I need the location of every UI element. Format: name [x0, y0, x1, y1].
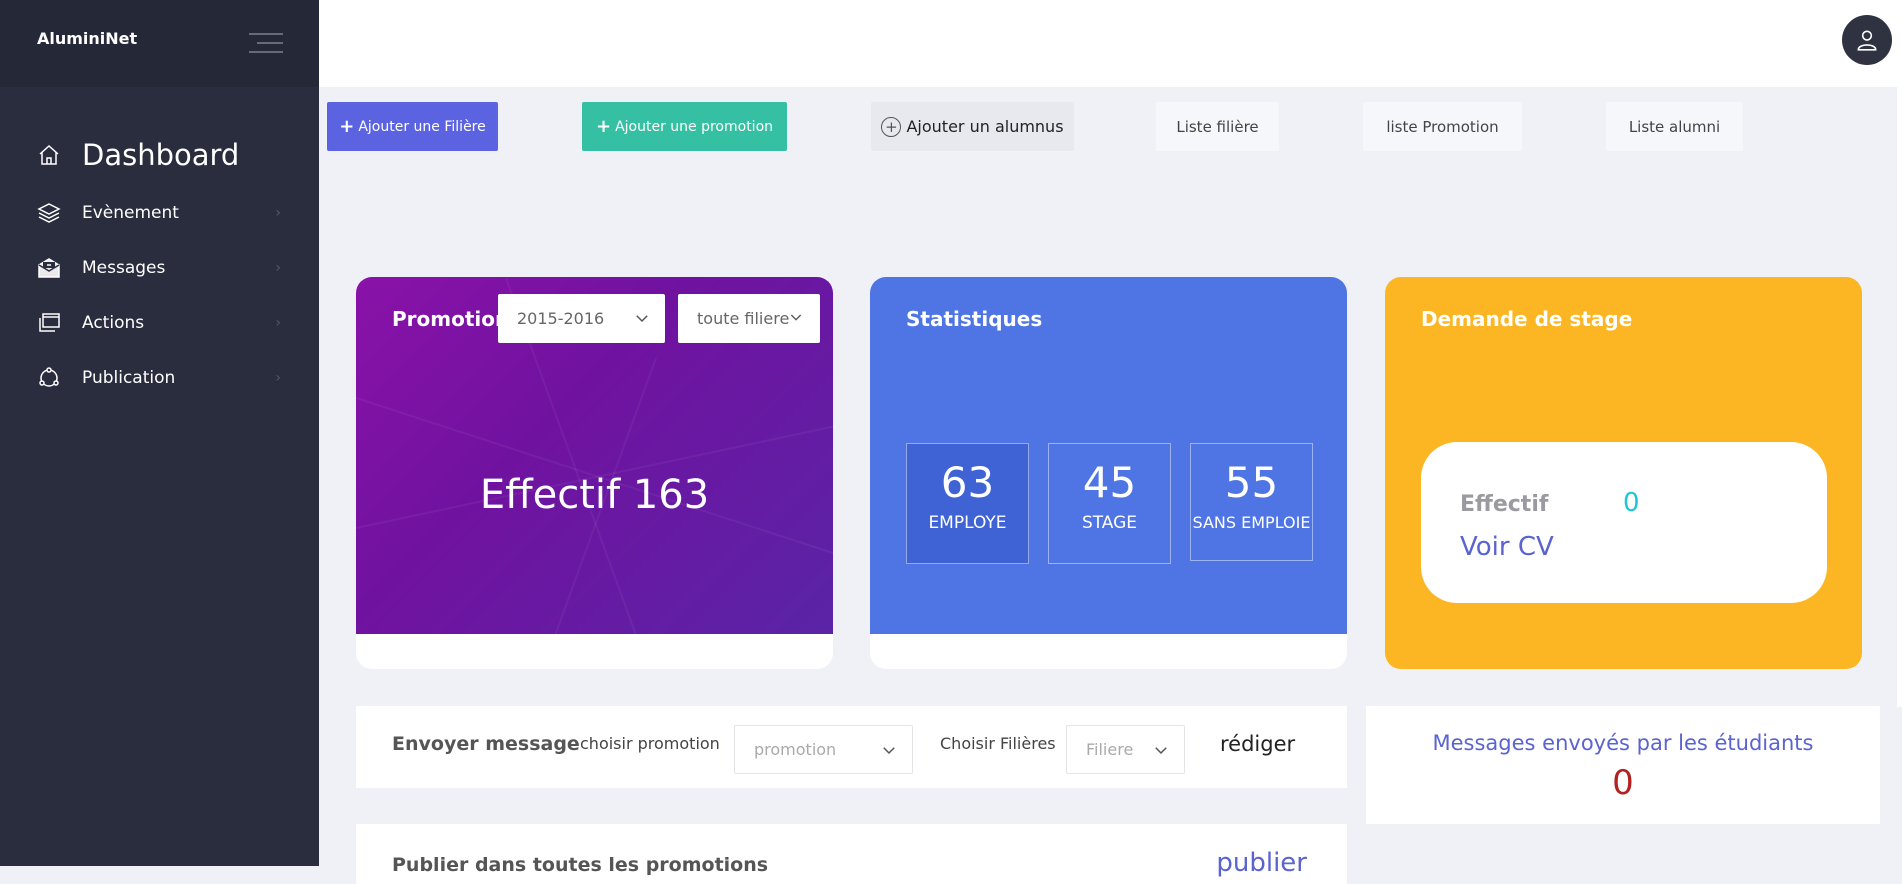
stat-label: SANS EMPLOIE — [1192, 513, 1311, 532]
stat-employe: 63 EMPLOYE — [906, 443, 1029, 564]
chevron-right-icon: › — [275, 315, 281, 331]
internship-inner-panel: Effectif 0 Voir CV — [1421, 442, 1827, 603]
promotion-card: Promotion 2015-2016 toute filiere Effect… — [356, 277, 833, 669]
sidebar-item-label: Messages — [82, 257, 166, 278]
chevron-down-icon — [883, 747, 895, 755]
sidebar-item-evenement[interactable]: Evènement › — [0, 185, 319, 240]
sidebar-item-actions[interactable]: Actions › — [0, 295, 319, 350]
message-filiere-placeholder: Filiere — [1086, 740, 1134, 759]
plus-icon: + — [339, 116, 355, 137]
chevron-right-icon: › — [275, 260, 281, 276]
sent-messages-panel: Messages envoyés par les étudiants 0 — [1366, 706, 1880, 824]
stat-stage: 45 STAGE — [1048, 443, 1171, 564]
publish-button[interactable]: publier — [1216, 848, 1307, 878]
stat-sans-emploie: 55 SANS EMPLOIE — [1190, 443, 1313, 561]
chevron-down-icon — [790, 314, 802, 321]
promotion-card-body: Promotion 2015-2016 toute filiere Effect… — [356, 277, 833, 634]
sent-messages-title[interactable]: Messages envoyés par les étudiants — [1366, 731, 1880, 755]
sidebar: AluminiNet Dashboard Evènement › Message… — [0, 0, 319, 866]
filiere-select[interactable]: toute filiere — [678, 294, 820, 343]
add-alumnus-button[interactable]: + Ajouter un alumnus — [871, 102, 1074, 151]
view-cv-link[interactable]: Voir CV — [1460, 532, 1554, 562]
add-promotion-button[interactable]: + Ajouter une promotion — [582, 102, 787, 151]
message-promotion-placeholder: promotion — [754, 740, 837, 759]
promotion-year-select[interactable]: 2015-2016 — [498, 294, 665, 343]
sent-messages-count: 0 — [1612, 763, 1634, 803]
statistics-card-body: Statistiques 63 EMPLOYE 45 STAGE 55 SANS… — [870, 277, 1347, 634]
send-message-title: Envoyer message — [392, 733, 580, 755]
user-avatar[interactable] — [1842, 15, 1892, 65]
publish-title: Publier dans toutes les promotions — [392, 854, 769, 876]
statistics-card: Statistiques 63 EMPLOYE 45 STAGE 55 SANS… — [870, 277, 1347, 669]
chevron-right-icon: › — [275, 370, 281, 386]
user-icon — [1857, 30, 1877, 51]
list-promotion-label: liste Promotion — [1386, 117, 1499, 136]
message-promotion-select[interactable]: promotion — [734, 725, 913, 774]
plus-icon: + — [595, 116, 612, 137]
message-filiere-select[interactable]: Filiere — [1066, 725, 1185, 774]
list-filiere-label: Liste filière — [1176, 117, 1259, 136]
sidebar-item-publication[interactable]: Publication › — [0, 350, 319, 405]
sidebar-item-messages[interactable]: Messages › — [0, 240, 319, 295]
sidebar-item-label: Publication — [82, 367, 176, 388]
filiere-select-value: toute filiere — [697, 309, 790, 328]
stat-value: 55 — [1224, 458, 1279, 507]
promotion-label: Promotion — [392, 307, 510, 331]
effectif-total: Effectif 163 — [479, 472, 710, 518]
scrollbar[interactable] — [1897, 87, 1902, 707]
sidebar-item-dashboard[interactable]: Dashboard — [0, 125, 319, 185]
internship-request-card: Demande de stage Effectif 0 Voir CV — [1385, 277, 1862, 669]
sidebar-item-label: Evènement — [82, 202, 179, 223]
add-promotion-label: Ajouter une promotion — [615, 118, 774, 135]
list-filiere-button[interactable]: Liste filière — [1156, 102, 1279, 151]
mail-icon — [36, 255, 62, 281]
stat-value: 45 — [1082, 458, 1137, 507]
internship-effectif-value: 0 — [1623, 488, 1640, 518]
stat-label: EMPLOYE — [928, 513, 1007, 533]
stat-label: STAGE — [1081, 513, 1138, 533]
internship-effectif-label: Effectif — [1460, 492, 1549, 517]
add-filiere-button[interactable]: + Ajouter une Filière — [327, 102, 498, 151]
list-alumni-button[interactable]: Liste alumni — [1606, 102, 1743, 151]
sidebar-item-label: Dashboard — [82, 138, 240, 172]
hamburger-menu-icon[interactable] — [249, 33, 283, 55]
sidebar-header: AluminiNet — [0, 0, 319, 87]
statistics-title: Statistiques — [906, 307, 1043, 331]
add-alumnus-label: Ajouter un alumnus — [906, 117, 1064, 136]
windows-icon — [36, 310, 62, 336]
stat-value: 63 — [940, 458, 995, 507]
choose-filieres-label: Choisir Filières — [940, 734, 1056, 753]
chevron-down-icon — [636, 315, 648, 323]
promotion-year-value: 2015-2016 — [517, 309, 605, 328]
add-filiere-label: Ajouter une Filière — [358, 118, 486, 135]
internship-title: Demande de stage — [1421, 307, 1633, 331]
circle-plus-icon: + — [881, 116, 902, 137]
list-alumni-label: Liste alumni — [1628, 117, 1721, 136]
sidebar-item-label: Actions — [82, 312, 145, 333]
choose-promotion-label: choisir promotion — [580, 734, 720, 753]
layers-icon — [36, 200, 62, 226]
brand-logo[interactable]: AluminiNet — [37, 29, 137, 48]
home-icon — [36, 142, 62, 168]
top-header — [319, 0, 1902, 87]
network-icon — [36, 365, 62, 391]
compose-button[interactable]: rédiger — [1220, 732, 1295, 756]
chevron-down-icon — [1155, 747, 1167, 755]
send-message-panel: Envoyer message choisir promotion promot… — [356, 706, 1347, 788]
chevron-right-icon: › — [275, 205, 281, 221]
publish-panel: Publier dans toutes les promotions publi… — [356, 824, 1347, 884]
sidebar-menu: Dashboard Evènement › Messages › Actions… — [0, 125, 319, 405]
list-promotion-button[interactable]: liste Promotion — [1363, 102, 1522, 151]
